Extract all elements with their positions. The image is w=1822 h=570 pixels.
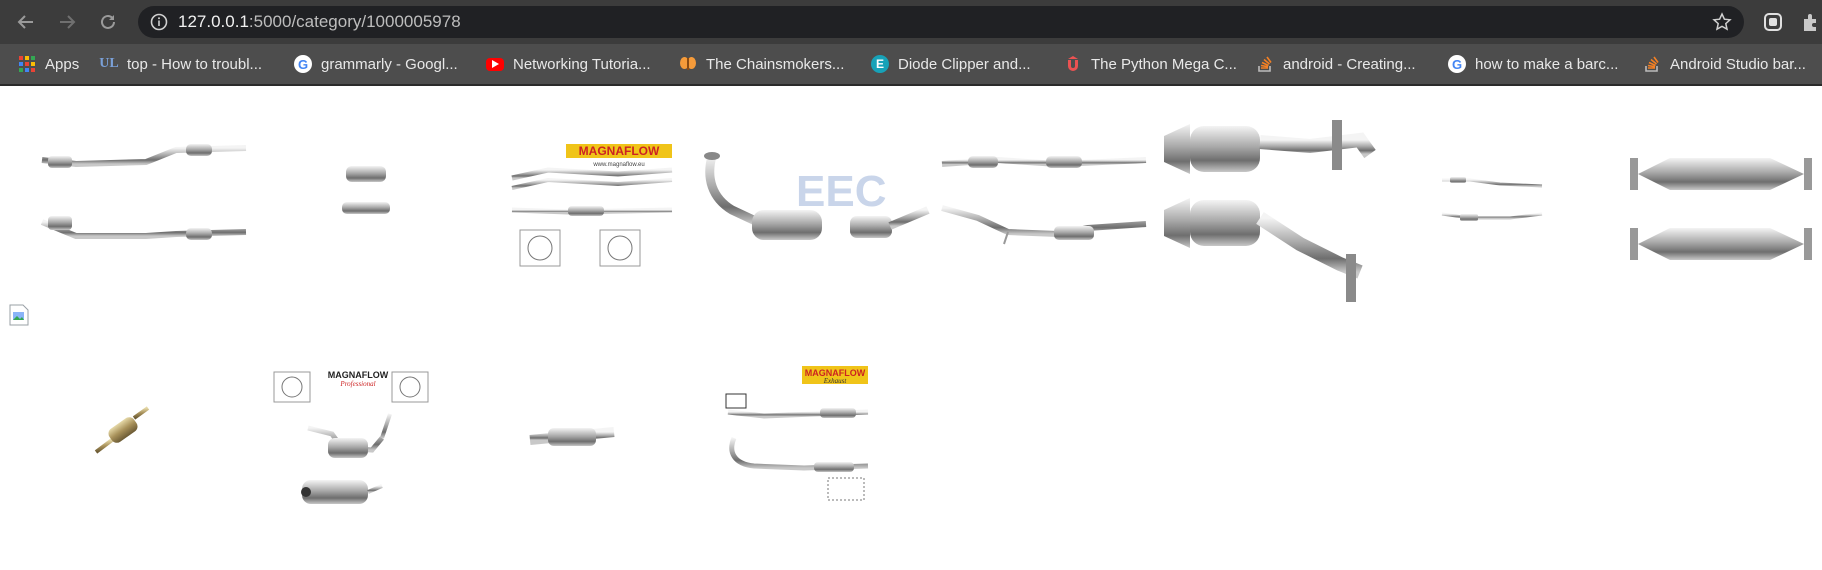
product-thumbnail[interactable]: MAGNAFLOW Professional bbox=[272, 368, 432, 524]
google-icon: G bbox=[294, 55, 312, 73]
bookmark-top-how-to[interactable]: UL top - How to troubl... bbox=[99, 53, 263, 75]
stackoverflow-icon bbox=[1643, 55, 1661, 73]
product-thumbnail[interactable]: MAGNAFLOW www.magnaflow.eu bbox=[508, 140, 676, 272]
puzzle-icon[interactable] bbox=[1800, 11, 1822, 33]
product-thumbnail[interactable] bbox=[1440, 170, 1544, 226]
broken-image-icon[interactable] bbox=[9, 304, 29, 326]
watermark-text: EEC bbox=[796, 167, 886, 216]
star-icon[interactable] bbox=[1712, 12, 1732, 32]
bookmark-chainsmokers[interactable]: The Chainsmokers... bbox=[679, 53, 844, 75]
browser-toolbar: 127.0.0.1:5000/category/1000005978 bbox=[0, 0, 1822, 44]
bookmark-label: The Chainsmokers... bbox=[706, 55, 845, 73]
product-thumbnail[interactable] bbox=[1160, 114, 1378, 306]
brand-site-text: Professional bbox=[339, 380, 375, 388]
bookmark-label: Networking Tutoria... bbox=[513, 55, 651, 73]
brand-site-text: www.magnaflow.eu bbox=[592, 162, 644, 168]
stackoverflow-icon bbox=[1256, 55, 1274, 73]
brand-logo-text: MAGNAFLOW bbox=[579, 144, 660, 158]
info-icon[interactable] bbox=[150, 13, 168, 31]
product-thumbnail[interactable]: EEC bbox=[702, 148, 932, 268]
bookmark-label: The Python Mega C... bbox=[1091, 55, 1237, 73]
product-thumbnail[interactable] bbox=[36, 136, 250, 266]
bookmark-label: grammarly - Googl... bbox=[321, 55, 458, 73]
bookmark-barcode[interactable]: G how to make a barc... bbox=[1448, 53, 1618, 75]
url-path: :5000/category/1000005978 bbox=[248, 12, 461, 31]
brand-site-text: Exhaust bbox=[823, 377, 848, 385]
bookmarks-bar: Apps UL top - How to troubl... G grammar… bbox=[0, 44, 1822, 86]
product-thumbnail[interactable] bbox=[1630, 148, 1812, 272]
bookmark-label: android - Creating... bbox=[1283, 55, 1416, 73]
brand-logo-text: MAGNAFLOW bbox=[328, 370, 389, 380]
bookmark-label: Apps bbox=[45, 55, 80, 73]
bookmark-label: Android Studio bar... bbox=[1670, 55, 1806, 73]
profile-sync-icon[interactable] bbox=[1762, 11, 1784, 33]
bookmark-grammarly[interactable]: G grammarly - Googl... bbox=[294, 53, 458, 75]
ul-logo-icon: UL bbox=[99, 56, 119, 71]
bookmark-networking[interactable]: Networking Tutoria... bbox=[486, 53, 651, 75]
back-arrow-icon[interactable] bbox=[14, 10, 38, 34]
forward-arrow-icon[interactable] bbox=[55, 10, 79, 34]
bookmark-label: Diode Clipper and... bbox=[898, 55, 1031, 73]
bookmark-android-studio[interactable]: Android Studio bar... bbox=[1643, 53, 1806, 75]
youtube-icon bbox=[486, 57, 504, 71]
apps-grid-icon bbox=[18, 55, 36, 73]
product-thumbnail[interactable] bbox=[938, 142, 1150, 262]
bookmark-label: top - How to troubl... bbox=[127, 55, 263, 73]
udemy-icon bbox=[1064, 55, 1082, 73]
url-host: 127.0.0.1 bbox=[178, 12, 249, 31]
bookmark-python-mega[interactable]: The Python Mega C... bbox=[1064, 53, 1237, 75]
google-icon: G bbox=[1448, 55, 1466, 73]
bookmark-diode-clipper[interactable]: E Diode Clipper and... bbox=[871, 53, 1031, 75]
category-page: MAGNAFLOW www.magnaflow.eu EEC MAGNAFLOW… bbox=[0, 86, 1822, 570]
product-thumbnail[interactable] bbox=[318, 162, 414, 222]
e-logo-icon: E bbox=[871, 55, 889, 73]
product-thumbnail[interactable] bbox=[94, 404, 152, 456]
butterfly-icon bbox=[679, 55, 697, 73]
bookmark-apps[interactable]: Apps bbox=[18, 53, 79, 75]
url-text[interactable]: 127.0.0.1:5000/category/1000005978 bbox=[178, 12, 461, 32]
product-thumbnail[interactable] bbox=[528, 422, 616, 452]
bookmark-label: how to make a barc... bbox=[1475, 55, 1619, 73]
bookmark-android-creating[interactable]: android - Creating... bbox=[1256, 53, 1416, 75]
reload-icon[interactable] bbox=[96, 10, 120, 34]
product-thumbnail[interactable]: MAGNAFLOW Exhaust bbox=[724, 366, 870, 506]
address-bar[interactable]: 127.0.0.1:5000/category/1000005978 bbox=[138, 6, 1744, 38]
